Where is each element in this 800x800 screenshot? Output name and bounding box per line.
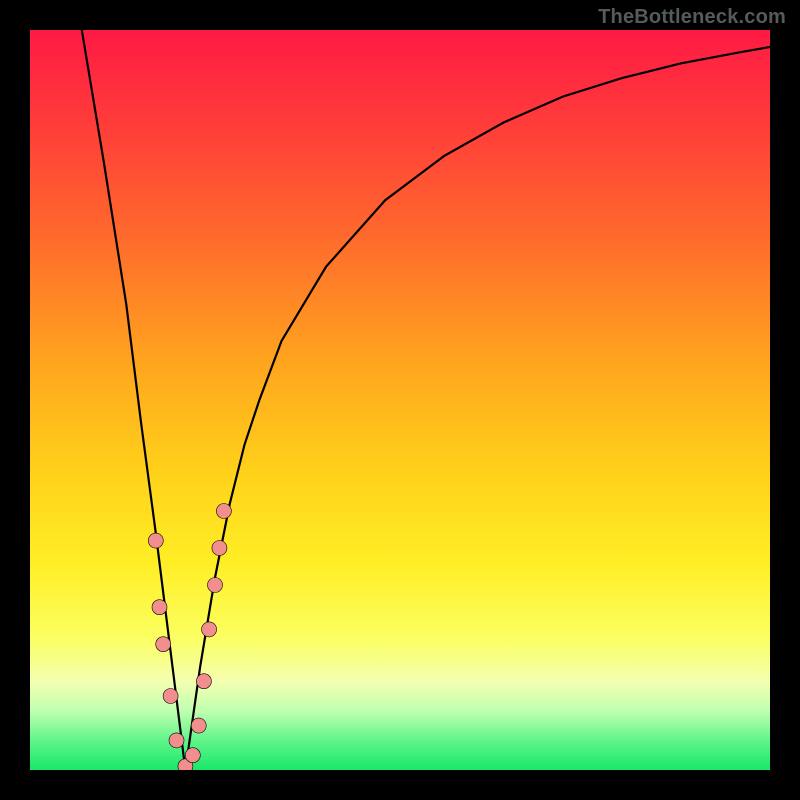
curve-marker [208, 578, 223, 593]
chart-frame: TheBottleneck.com [0, 0, 800, 800]
chart-svg [30, 30, 770, 770]
curve-marker [202, 622, 217, 637]
curve-marker [156, 637, 171, 652]
curve-markers [148, 504, 231, 771]
plot-area [30, 30, 770, 770]
watermark-text: TheBottleneck.com [598, 6, 786, 29]
bottleneck-curve [82, 30, 770, 770]
curve-marker [163, 689, 178, 704]
curve-marker [216, 504, 231, 519]
curve-marker [152, 600, 167, 615]
curve-marker [196, 674, 211, 689]
curve-marker [148, 533, 163, 548]
curve-marker [185, 748, 200, 763]
curve-marker [169, 733, 184, 748]
curve-marker [191, 718, 206, 733]
curve-marker [212, 541, 227, 556]
